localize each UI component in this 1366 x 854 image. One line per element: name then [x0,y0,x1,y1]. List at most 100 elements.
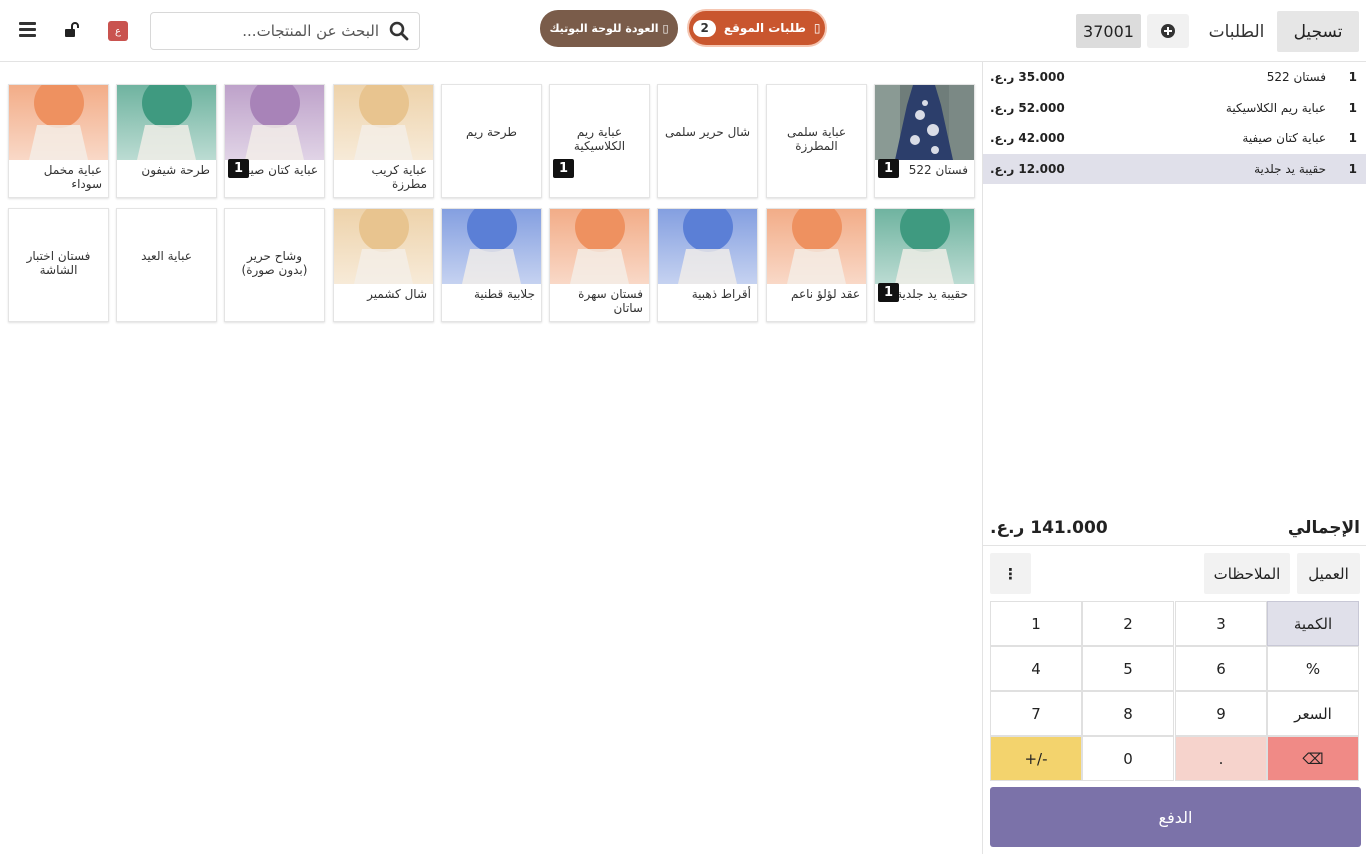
key-7[interactable]: 7 [990,691,1082,736]
product-card[interactable]: جلابية قطنية [441,208,542,322]
product-card[interactable]: طرحة شيفون [116,84,217,198]
register-button[interactable]: تسجيل [1277,11,1359,52]
product-name: أقراط ذهبية [691,287,751,301]
product-name: عباية مخمل سوداء [43,163,102,191]
order-panel: 1 فستان 522 35.000 ر.ع. 1 عباية ريم الكلاسيك… [982,62,1366,854]
unlock-icon[interactable] [63,21,81,39]
product-name: عقد لؤلؤ ناعم [790,287,860,301]
backspace-key[interactable]: ⌫ [1267,736,1359,781]
order-line-qty: 1 [1348,100,1357,115]
product-grid: فستان 522 1 عباية سلمى المطرزة شال حرير سلم… [0,62,982,854]
product-card[interactable]: حقيبة يد جلدية 1 [874,208,975,322]
current-order-tab[interactable]: 37001 [1076,14,1141,48]
order-line-qty: 1 [1348,70,1357,84]
product-placeholder-image [767,209,866,284]
product-card[interactable]: أقراط ذهبية [657,208,758,322]
product-name: شال حرير سلمى [664,125,751,139]
product-card[interactable]: عباية العيد [116,208,217,322]
site-orders-icon: ▯ [813,21,821,35]
order-line-qty: 1 [1348,131,1357,145]
order-line-qty: 1 [1348,161,1357,176]
product-qty-badge: 1 [878,283,899,302]
product-qty-badge: 1 [228,159,249,178]
notes-button[interactable]: الملاحظات [1204,553,1290,594]
product-placeholder-image [442,209,541,284]
numpad: الكمية 3 2 1 % 6 5 4 السعر 9 8 7 ⌫ . 0 +… [990,601,1361,781]
add-order-button[interactable] [1147,14,1189,48]
order-line[interactable]: 1 عباية كتان صيفية 42.000 ر.ع. [983,123,1366,153]
plus-minus-key[interactable]: +/- [990,736,1082,781]
qty-mode-key[interactable]: الكمية [1267,601,1359,646]
order-line[interactable]: 1 حقيبة يد جلدية 12.000 ر.ع. [983,153,1366,184]
site-orders-count-badge: 2 [693,19,716,37]
product-name: فستان اختبار الشاشة [26,249,91,277]
product-card[interactable]: عباية سلمى المطرزة [766,84,867,198]
hamburger-menu-icon[interactable] [19,22,36,38]
discount-mode-key[interactable]: % [1267,646,1359,691]
order-line-price: 42.000 ر.ع. [990,131,1065,145]
order-line[interactable]: 1 فستان 522 35.000 ر.ع. [983,62,1366,92]
search-icon [389,21,409,41]
more-options-icon[interactable]: ⋮ [990,553,1031,594]
product-card[interactable]: فستان اختبار الشاشة [8,208,109,322]
search-input[interactable] [179,22,379,40]
orders-button[interactable]: الطلبات [1199,11,1274,52]
product-card[interactable]: عقد لؤلؤ ناعم [766,208,867,322]
product-placeholder-image [334,85,433,160]
key-9[interactable]: 9 [1175,691,1267,736]
total-value: 141.000 ر.ع. [990,518,1108,538]
order-line[interactable]: 1 عباية ريم الكلاسيكية 52.000 ر.ع. [983,93,1366,123]
order-line-name: عباية ريم الكلاسيكية [1225,100,1326,115]
key-8[interactable]: 8 [1082,691,1174,736]
product-placeholder-image [550,209,649,284]
back-icon: ▯ [662,22,669,35]
pay-button[interactable]: الدفع [990,787,1361,847]
product-card[interactable]: عباية كتان صيفية 1 [224,84,325,198]
product-card[interactable]: وشاح حرير (بدون صورة) [224,208,325,322]
product-name: جلابية قطنية [473,287,535,301]
order-line-price: 52.000 ر.ع. [990,100,1065,115]
product-card[interactable]: فستان 522 1 [874,84,975,198]
product-placeholder-image [9,85,108,160]
product-name: وشاح حرير (بدون صورة) [241,249,308,277]
product-card[interactable]: عباية ريم الكلاسيكية 1 [549,84,650,198]
order-line-price: 35.000 ر.ع. [990,70,1065,84]
key-0[interactable]: 0 [1082,736,1174,781]
site-orders-button[interactable]: ▯ طلبات الموقع 2 [687,9,827,47]
top-bar: تسجيل الطلبات 37001 ▯ طلبات الموقع 2 ▯ ا… [0,0,1366,62]
product-card[interactable]: شال حرير سلمى [657,84,758,198]
total-label: الإجمالي [1287,518,1360,538]
product-name: فستان سهرة ساتان [578,287,643,315]
key-4[interactable]: 4 [990,646,1082,691]
key-1[interactable]: 1 [990,601,1082,646]
back-to-dashboard-button[interactable]: ▯ العودة للوحة البوتيك [540,10,678,47]
product-name: طرحة ريم [466,125,517,139]
product-card[interactable]: طرحة ريم [441,84,542,198]
product-name: عباية العيد [141,249,192,263]
product-placeholder-image [875,209,974,284]
product-card[interactable]: عباية كريب مطرزة [333,84,434,198]
product-card[interactable]: عباية مخمل سوداء [8,84,109,198]
product-name: شال كشمير [367,287,427,301]
order-line-name: حقيبة يد جلدية [1254,161,1326,176]
product-card[interactable]: شال كشمير [333,208,434,322]
product-placeholder-image [117,85,216,160]
product-placeholder-image [334,209,433,284]
product-photo [875,85,974,160]
customer-button[interactable]: العميل [1297,553,1360,594]
language-badge[interactable]: ع [108,21,128,41]
product-name: طرحة شيفون [141,163,210,177]
product-qty-badge: 1 [878,159,899,178]
order-total: الإجمالي 141.000 ر.ع. [983,514,1366,546]
product-name: عباية كريب مطرزة [371,163,427,191]
key-2[interactable]: 2 [1082,601,1174,646]
decimal-key[interactable]: . [1175,736,1267,781]
key-6[interactable]: 6 [1175,646,1267,691]
key-3[interactable]: 3 [1175,601,1267,646]
price-mode-key[interactable]: السعر [1267,691,1359,736]
search-box[interactable] [150,12,420,50]
order-line-name: عباية كتان صيفية [1242,131,1326,145]
site-orders-label: طلبات الموقع [723,21,806,35]
key-5[interactable]: 5 [1082,646,1174,691]
product-card[interactable]: فستان سهرة ساتان [549,208,650,322]
